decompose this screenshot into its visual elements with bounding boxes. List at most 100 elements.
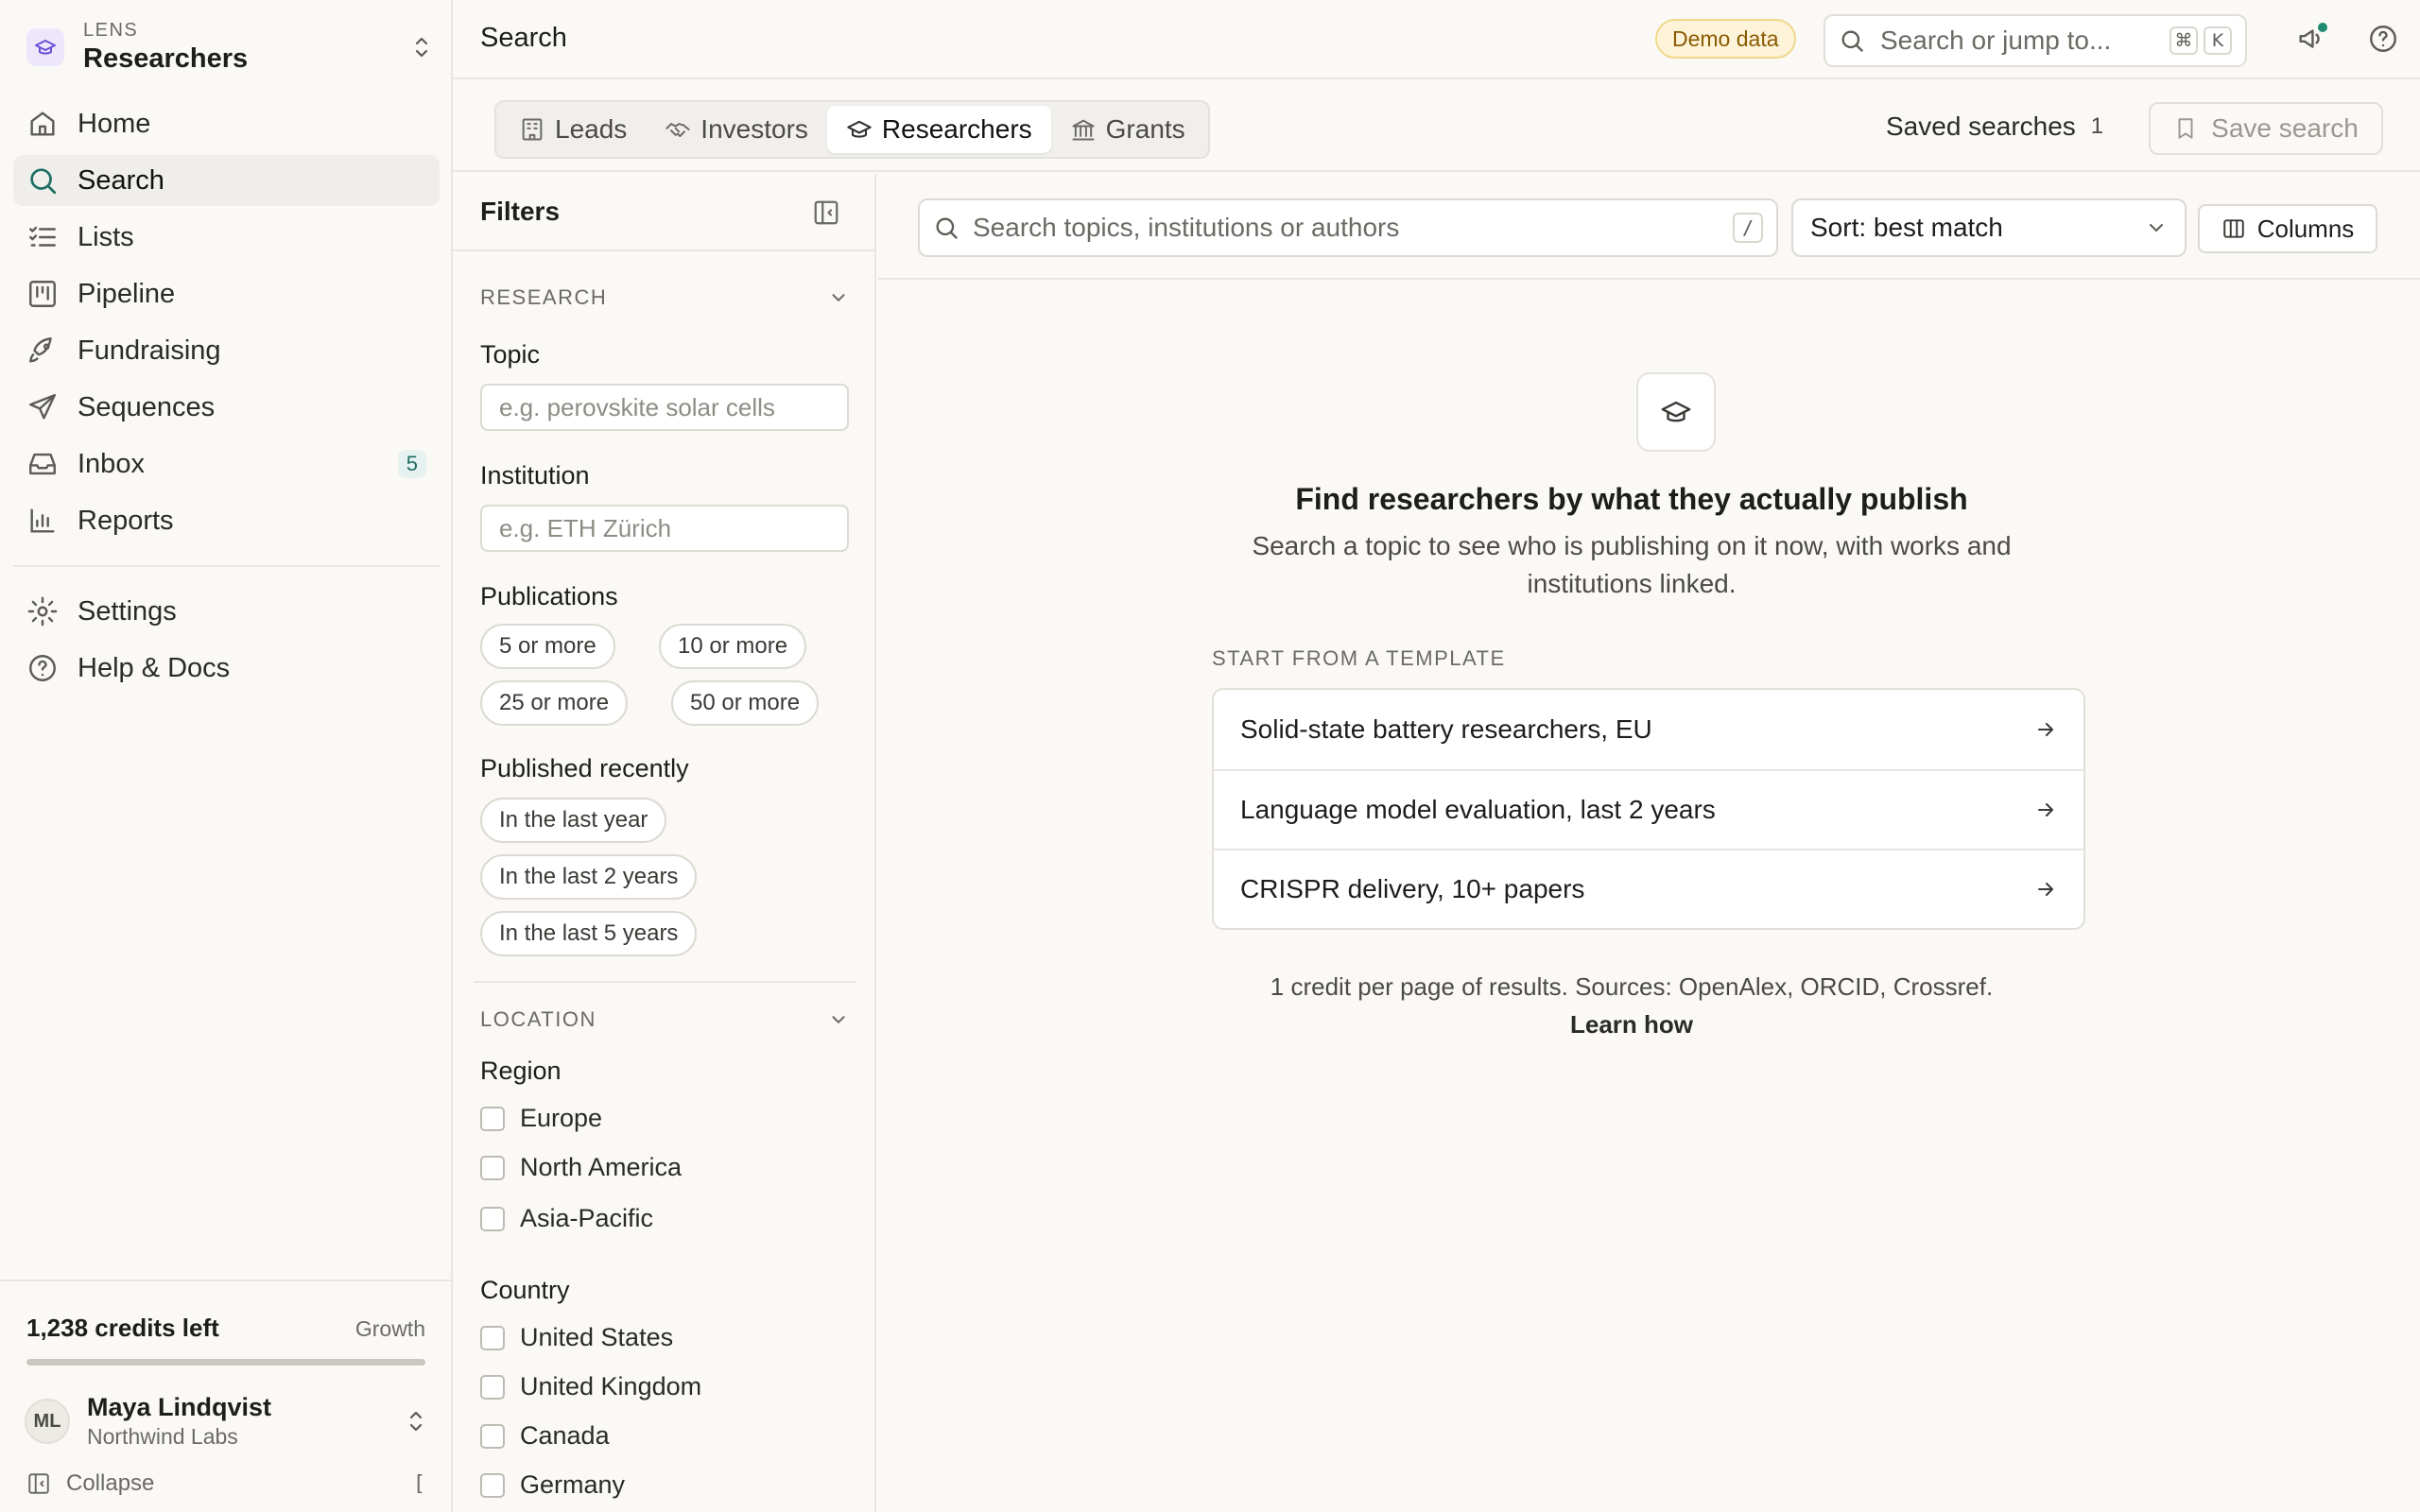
tab-researchers[interactable]: Researchers	[826, 106, 1051, 153]
template-item[interactable]: Solid-state battery researchers, EU	[1214, 690, 2083, 769]
published-recently-label: Published recently	[480, 754, 689, 782]
search-icon	[26, 164, 59, 197]
sidebar: LENS Researchers Home Search Lists Pipel…	[0, 0, 453, 1512]
checkbox[interactable]	[480, 1106, 505, 1131]
chip-recency-2y[interactable]: In the last 2 years	[480, 854, 698, 900]
chip-publications-25[interactable]: 25 or more	[480, 680, 629, 726]
chevron-up-down-icon	[405, 1407, 427, 1435]
list-icon	[26, 221, 59, 253]
arrow-right-icon	[2034, 718, 2057, 741]
tab-leads[interactable]: Leads	[500, 106, 646, 153]
region-checkbox-north-america[interactable]: North America	[480, 1153, 682, 1182]
chip-recency-1y[interactable]: In the last year	[480, 798, 667, 843]
collapse-shortcut: [	[412, 1471, 425, 1496]
publications-label: Publications	[480, 582, 618, 610]
chevron-down-icon	[828, 287, 849, 308]
checkbox[interactable]	[480, 1472, 505, 1498]
region-checkbox-europe[interactable]: Europe	[480, 1104, 602, 1133]
arrow-right-icon	[2034, 799, 2057, 821]
research-section-toggle[interactable]: RESEARCH	[480, 285, 849, 310]
saved-searches-button[interactable]: Saved searches 1	[1886, 112, 2103, 142]
credits-left: 1,238 credits left	[26, 1314, 219, 1342]
nav-divider	[13, 565, 440, 567]
demo-data-badge: Demo data	[1655, 19, 1796, 59]
credits-footnote: 1 credit per page of results. Sources: O…	[1159, 968, 2104, 1043]
country-label: Country	[480, 1276, 570, 1304]
template-list: Solid-state battery researchers, EU Lang…	[1212, 688, 2085, 930]
institution-label: Institution	[480, 461, 590, 490]
checkbox[interactable]	[480, 1325, 505, 1350]
chevron-down-icon	[828, 1009, 849, 1030]
nav-item-help[interactable]: Help & Docs	[13, 643, 440, 694]
user-menu[interactable]: ML Maya Lindqvist Northwind Labs	[25, 1387, 427, 1455]
location-section-toggle[interactable]: LOCATION	[480, 1007, 849, 1032]
nav-item-sequences[interactable]: Sequences	[13, 382, 440, 433]
shortcut-k-key: K	[2204, 26, 2232, 55]
filters-panel: Filters RESEARCH Topic Institution Publi…	[453, 174, 876, 1512]
country-checkbox-united-kingdom[interactable]: United Kingdom	[480, 1372, 701, 1401]
graduation-cap-icon	[26, 28, 64, 66]
learn-how-link[interactable]: Learn how	[1159, 1005, 2104, 1043]
graduation-cap-icon	[846, 116, 873, 143]
nav-item-inbox[interactable]: Inbox 5	[13, 438, 440, 490]
save-search-button[interactable]: Save search	[2149, 102, 2383, 155]
filters-divider	[474, 981, 856, 983]
chip-publications-50[interactable]: 50 or more	[671, 680, 820, 726]
workspace-kicker: LENS	[83, 20, 139, 41]
tab-grants[interactable]: Grants	[1051, 106, 1204, 153]
collapse-filters-icon[interactable]	[812, 198, 840, 227]
building-icon	[519, 116, 545, 143]
topic-input[interactable]	[480, 384, 849, 431]
nav-item-lists[interactable]: Lists	[13, 212, 440, 263]
avatar: ML	[25, 1399, 70, 1444]
inbox-icon	[26, 448, 59, 480]
workspace-name: Researchers	[83, 43, 249, 74]
rocket-icon	[26, 335, 59, 367]
announcements-icon[interactable]	[2295, 23, 2327, 55]
sidebar-footer: 1,238 credits left Growth ML Maya Lindqv…	[0, 1280, 451, 1512]
country-checkbox-canada[interactable]: Canada	[480, 1421, 610, 1451]
arrow-right-icon	[2034, 878, 2057, 901]
country-checkbox-united-states[interactable]: United States	[480, 1323, 673, 1352]
region-checkbox-asia-pacific[interactable]: Asia-Pacific	[480, 1204, 653, 1233]
nav-item-fundraising[interactable]: Fundraising	[13, 325, 440, 376]
nav-item-reports[interactable]: Reports	[13, 495, 440, 546]
user-org: Northwind Labs	[87, 1424, 238, 1449]
send-icon	[26, 391, 59, 423]
nav-item-settings[interactable]: Settings	[13, 586, 440, 637]
collapse-sidebar-button[interactable]: Collapse [	[26, 1470, 425, 1497]
chip-publications-10[interactable]: 10 or more	[659, 624, 807, 669]
main-area: Search Demo data Search or jump to... ⌘ …	[453, 0, 2420, 1512]
handshake-icon	[665, 116, 691, 143]
help-circle-icon[interactable]	[2367, 23, 2399, 55]
filters-title: Filters	[480, 197, 561, 226]
nav-item-pipeline[interactable]: Pipeline	[13, 268, 440, 319]
institution-input[interactable]	[480, 505, 849, 552]
inbox-count-badge: 5	[397, 450, 426, 478]
template-item[interactable]: CRISPR delivery, 10+ papers	[1214, 849, 2083, 928]
app-root: LENS Researchers Home Search Lists Pipel…	[0, 0, 2420, 1512]
chip-recency-5y[interactable]: In the last 5 years	[480, 911, 698, 956]
search-icon	[1839, 27, 1865, 54]
nav-item-search[interactable]: Search	[13, 155, 440, 206]
checkbox[interactable]	[480, 1206, 505, 1231]
bank-icon	[1070, 116, 1097, 143]
checkbox[interactable]	[480, 1374, 505, 1400]
checkbox[interactable]	[480, 1155, 505, 1180]
help-circle-icon	[26, 652, 59, 684]
entity-tabs: Leads Investors Researchers Grants	[494, 100, 1210, 159]
empty-state-title: Find researchers by what they actually p…	[1295, 482, 1968, 516]
template-item[interactable]: Language model evaluation, last 2 years	[1214, 769, 2083, 849]
page-title: Search	[480, 23, 567, 53]
region-label: Region	[480, 1057, 562, 1085]
global-search-input[interactable]: Search or jump to... ⌘ K	[1824, 14, 2247, 67]
gear-icon	[26, 595, 59, 627]
kanban-icon	[26, 278, 59, 310]
workspace-switcher[interactable]: LENS Researchers	[26, 13, 433, 81]
topbar: Search Demo data Search or jump to... ⌘ …	[453, 0, 2420, 79]
country-checkbox-germany[interactable]: Germany	[480, 1470, 625, 1500]
checkbox[interactable]	[480, 1423, 505, 1449]
tab-investors[interactable]: Investors	[646, 106, 827, 153]
nav-item-home[interactable]: Home	[13, 98, 440, 149]
chip-publications-5[interactable]: 5 or more	[480, 624, 615, 669]
